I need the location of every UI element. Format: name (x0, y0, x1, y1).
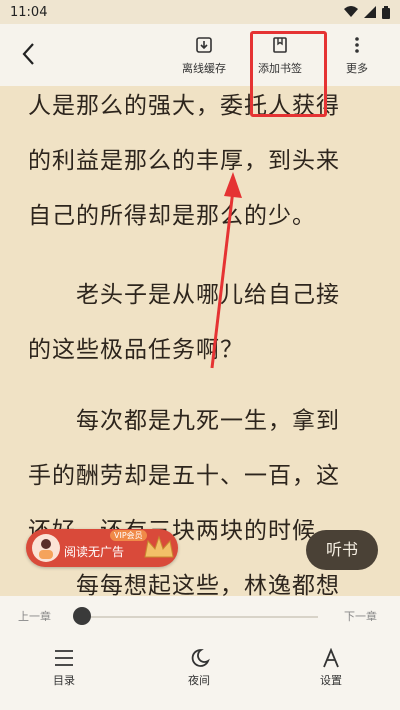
text-line: 每次都是九死一生，拿到 (76, 408, 340, 434)
reading-area[interactable]: 人是那么的强大，委托人获得 的利益是那么的丰厚，到头来 自己的所得却是那么的少。… (0, 86, 400, 596)
text-line: 的利益是那么的丰厚，到头来 (28, 148, 340, 174)
status-icons (344, 5, 390, 19)
night-mode-button[interactable]: 夜间 (188, 648, 210, 688)
ad-free-banner[interactable]: VIP会员 阅读无广告 (26, 529, 178, 567)
chapter-progress: 上一章 下一章 (0, 596, 400, 638)
offline-cache-label: 离线缓存 (182, 62, 226, 75)
offline-cache-button[interactable]: 离线缓存 (182, 36, 226, 76)
text-line: 老头子是从哪儿给自己接 (76, 282, 340, 308)
prev-chapter-button[interactable]: 上一章 (18, 608, 51, 624)
signal-icon (364, 6, 376, 18)
text-line: 的这些极品任务啊？ (28, 337, 244, 363)
font-a-icon (323, 648, 339, 668)
status-bar: 11:04 (0, 0, 400, 24)
text-line: 自己的所得却是那么的少。 (28, 203, 316, 229)
crown-icon (144, 535, 174, 558)
more-vertical-icon (355, 37, 359, 53)
status-time: 11:04 (10, 4, 48, 20)
progress-thumb[interactable] (73, 607, 91, 625)
moon-icon (191, 649, 210, 667)
back-arrow-icon[interactable] (18, 40, 40, 68)
more-button[interactable]: 更多 (346, 36, 368, 76)
ad-label: 阅读无广告 (64, 545, 125, 559)
battery-icon (382, 5, 390, 19)
progress-track[interactable] (82, 616, 318, 618)
download-icon (196, 37, 212, 53)
reader-toolbar: 离线缓存 添加书签 更多 (0, 24, 400, 87)
next-chapter-button[interactable]: 下一章 (344, 608, 377, 624)
list-icon (55, 650, 73, 666)
avatar-icon (32, 534, 60, 562)
catalog-button[interactable]: 目录 (53, 648, 75, 688)
settings-button[interactable]: 设置 (320, 648, 342, 688)
settings-label: 设置 (320, 674, 342, 687)
bottom-bar: 目录 夜间 设置 (0, 638, 400, 710)
wifi-icon (344, 6, 358, 17)
more-label: 更多 (346, 62, 368, 75)
bookmark-highlight-box (250, 31, 327, 117)
listen-button[interactable]: 听书 (306, 530, 378, 570)
text-line: 每每想起这些，林逸都想 (76, 573, 340, 597)
catalog-label: 目录 (53, 674, 75, 687)
night-label: 夜间 (188, 674, 210, 687)
text-line: 手的酬劳却是五十、一百，这 (28, 463, 340, 489)
